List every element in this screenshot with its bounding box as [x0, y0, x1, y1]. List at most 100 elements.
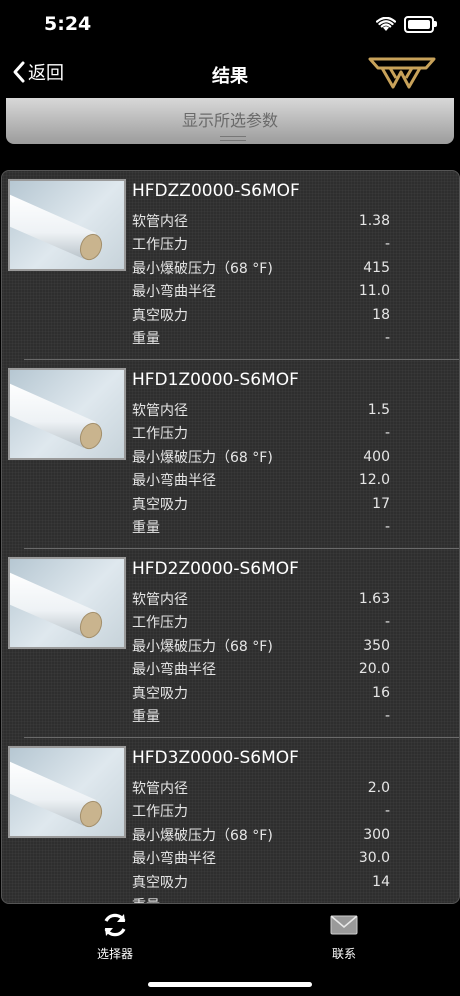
- spec-value: 415: [363, 259, 390, 276]
- spec-value: 20.0: [358, 661, 390, 678]
- status-icons: [376, 16, 437, 33]
- spec-row: 真空吸力 14: [132, 870, 390, 893]
- spec-row: 软管内径 1.38: [132, 209, 390, 232]
- spec-label: 工作压力: [132, 426, 188, 443]
- spec-label: 最小弯曲半径: [132, 851, 216, 868]
- home-indicator[interactable]: [148, 982, 312, 987]
- spec-label: 重量: [132, 895, 160, 903]
- spec-label: 最小弯曲半径: [132, 473, 216, 490]
- spec-value: 18: [372, 306, 390, 323]
- spec-row: 工作压力 -: [132, 232, 390, 255]
- spec-row: 工作压力 -: [132, 610, 390, 633]
- spec-row: 真空吸力 17: [132, 492, 390, 515]
- refresh-icon: [104, 913, 126, 937]
- spec-value: 350: [363, 637, 390, 654]
- spec-value: -: [384, 425, 390, 442]
- spec-row: 重量 -: [132, 893, 390, 903]
- spec-label: 工作压力: [132, 237, 188, 254]
- spec-label: 最小爆破压力（68 °F): [132, 827, 273, 844]
- spec-label: 真空吸力: [132, 496, 188, 513]
- spec-label: 软管内径: [132, 781, 188, 797]
- brand-logo: [368, 57, 436, 89]
- spec-value: 12.0: [358, 472, 390, 489]
- spec-label: 软管内径: [132, 592, 188, 608]
- spec-row: 真空吸力 16: [132, 681, 390, 704]
- spec-label: 真空吸力: [132, 685, 188, 702]
- spec-value: 2.0: [367, 780, 390, 796]
- spec-label: 真空吸力: [132, 307, 188, 324]
- list-item[interactable]: HFD1Z0000-S6MOF 软管内径 1.5 工作压力 - 最小爆破压力（68 °F)…: [2, 360, 459, 549]
- show-params-label: 显示所选参数: [181, 111, 278, 130]
- list-item[interactable]: HFDZZ0000-S6MOF 软管内径 1.38 工作压力 - 最小爆破压力（68 °F…: [2, 171, 459, 360]
- tab-selector-label: 选择器: [96, 947, 133, 961]
- spec-value: -: [384, 329, 390, 346]
- mail-icon: [330, 915, 358, 935]
- spec-value: -: [384, 236, 390, 253]
- drag-handle-icon: [220, 136, 246, 141]
- spec-value: 400: [363, 448, 390, 465]
- spec-label: 软管内径: [132, 403, 188, 419]
- spec-value: -: [384, 614, 390, 631]
- list-item[interactable]: HFD2Z0000-S6MOF 软管内径 1.63 工作压力 - 最小爆破压力（68 °F…: [2, 549, 459, 738]
- spec-label: 工作压力: [132, 615, 188, 632]
- tab-contact-label: 联系: [331, 947, 356, 961]
- spec-list: 软管内径 1.5 工作压力 - 最小爆破压力（68 °F) 400 最小弯曲半径 12.0 真空…: [132, 398, 390, 538]
- spec-label: 工作压力: [132, 804, 188, 821]
- spec-label: 软管内径: [132, 214, 188, 230]
- list-item[interactable]: HFD3Z0000-S6MOF 软管内径 2.0 工作压力 - 最小爆破压力（68 °F)…: [2, 738, 459, 903]
- spec-value: 1.63: [358, 591, 390, 607]
- product-name: HFD2Z0000-S6MOF: [132, 559, 299, 579]
- spec-value: -: [384, 707, 390, 724]
- wifi-icon: [376, 17, 396, 31]
- spec-row: 重量 -: [132, 704, 390, 727]
- spec-value: 16: [372, 684, 390, 701]
- spec-row: 最小爆破压力（68 °F) 415: [132, 256, 390, 279]
- spec-row: 最小爆破压力（68 °F) 300: [132, 823, 390, 846]
- tab-contact[interactable]: 联系: [309, 910, 379, 962]
- battery-icon: [404, 16, 437, 33]
- product-name: HFD3Z0000-S6MOF: [132, 748, 299, 768]
- spec-row: 最小爆破压力（68 °F) 350: [132, 634, 390, 657]
- spec-value: 30.0: [358, 850, 390, 867]
- spec-row: 最小弯曲半径 30.0: [132, 846, 390, 869]
- results-list[interactable]: HFDZZ0000-S6MOF 软管内径 1.38 工作压力 - 最小爆破压力（68 °F…: [1, 170, 460, 904]
- product-name: HFD1Z0000-S6MOF: [132, 370, 299, 390]
- tab-selector[interactable]: 选择器: [80, 910, 150, 962]
- spec-label: 重量: [132, 708, 160, 725]
- show-params-button[interactable]: 显示所选参数: [6, 98, 454, 144]
- product-name: HFDZZ0000-S6MOF: [132, 181, 300, 201]
- spec-label: 最小弯曲半径: [132, 662, 216, 679]
- nav-bar: 返回 结果: [0, 50, 460, 98]
- spec-value: 11.0: [358, 283, 390, 300]
- product-image: [8, 557, 126, 649]
- spec-row: 工作压力 -: [132, 421, 390, 444]
- spec-list: 软管内径 1.63 工作压力 - 最小爆破压力（68 °F) 350 最小弯曲半径 20.0 真…: [132, 587, 390, 727]
- product-image: [8, 746, 126, 838]
- spec-value: 17: [372, 495, 390, 512]
- spec-label: 最小爆破压力（68 °F): [132, 449, 273, 466]
- spec-value: 300: [363, 826, 390, 843]
- status-bar: 5:24: [0, 0, 460, 50]
- spec-value: -: [384, 803, 390, 820]
- spec-value: 1.38: [358, 213, 390, 229]
- spec-value: -: [385, 897, 390, 903]
- product-image: [8, 368, 126, 460]
- spec-row: 最小弯曲半径 12.0: [132, 468, 390, 491]
- spec-label: 最小弯曲半径: [132, 284, 216, 301]
- spec-label: 重量: [132, 519, 160, 536]
- spec-row: 重量 -: [132, 515, 390, 538]
- spec-row: 工作压力 -: [132, 799, 390, 822]
- spec-row: 重量 -: [132, 326, 390, 349]
- spec-row: 软管内径 1.5: [132, 398, 390, 421]
- product-image: [8, 179, 126, 271]
- spec-list: 软管内径 2.0 工作压力 - 最小爆破压力（68 °F) 300 最小弯曲半径 30.0 真空…: [132, 776, 390, 903]
- spec-row: 最小弯曲半径 20.0: [132, 657, 390, 680]
- spec-label: 真空吸力: [132, 874, 188, 891]
- status-time: 5:24: [44, 13, 92, 35]
- spec-label: 最小爆破压力（68 °F): [132, 638, 273, 655]
- spec-row: 最小爆破压力（68 °F) 400: [132, 445, 390, 468]
- spec-row: 软管内径 1.63: [132, 587, 390, 610]
- spec-row: 真空吸力 18: [132, 303, 390, 326]
- spec-label: 最小爆破压力（68 °F): [132, 260, 273, 277]
- spec-value: 1.5: [367, 402, 390, 418]
